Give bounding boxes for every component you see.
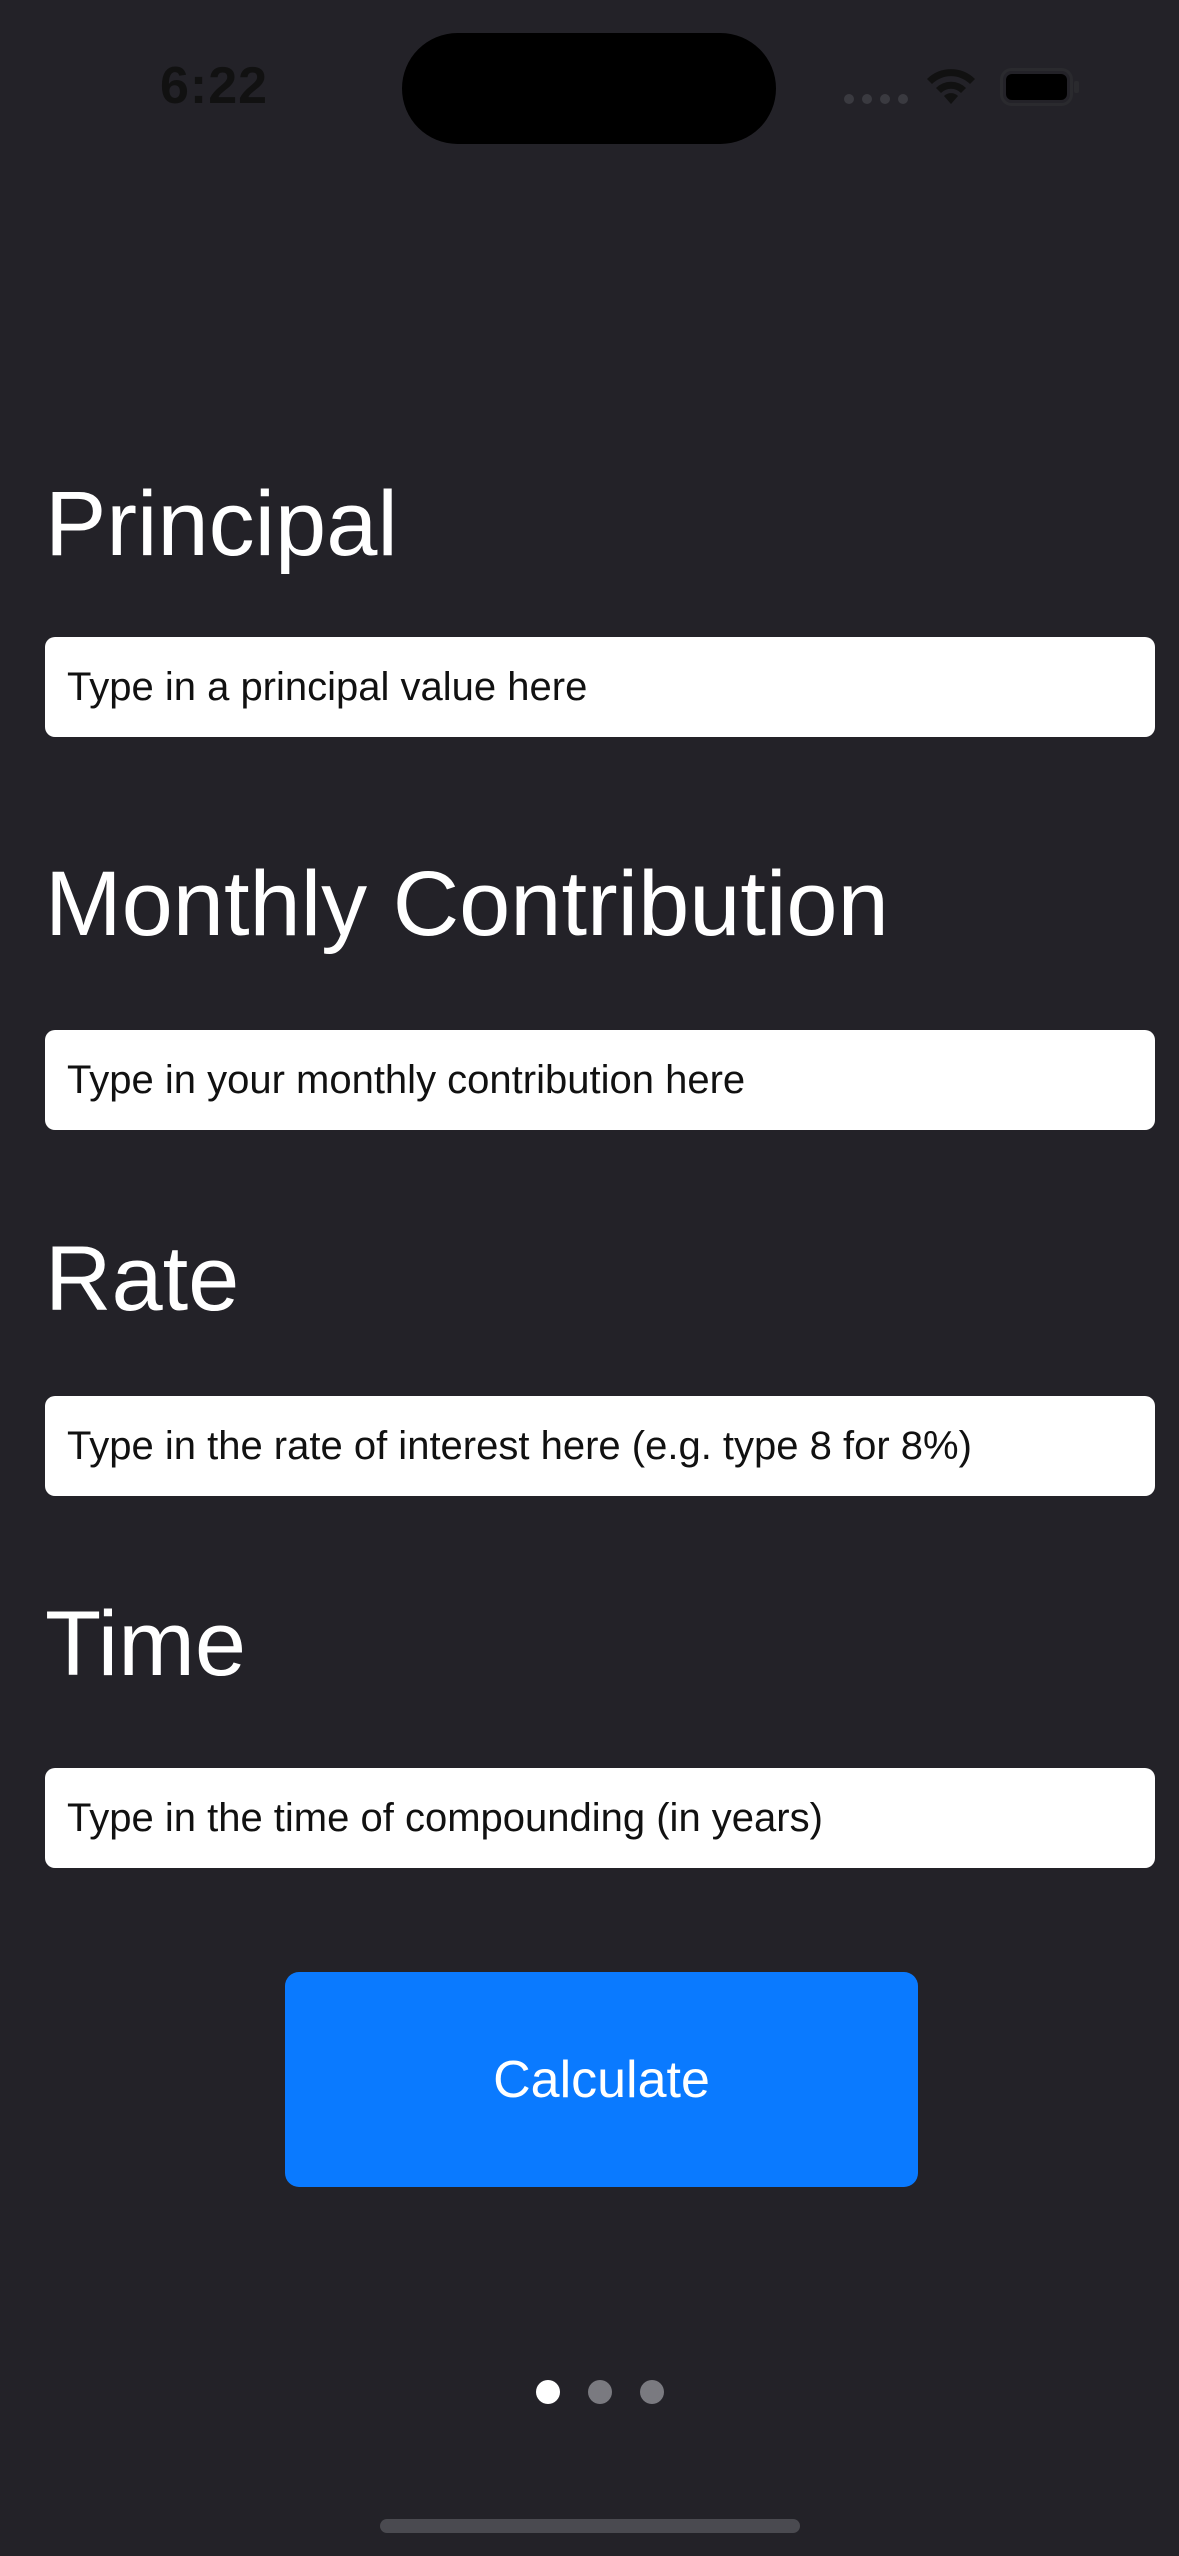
principal-label: Principal (45, 473, 398, 575)
monthly-contribution-input[interactable] (45, 1030, 1155, 1130)
dynamic-island (402, 33, 776, 144)
principal-input[interactable] (45, 637, 1155, 737)
rate-label: Rate (45, 1228, 240, 1330)
rate-input[interactable] (45, 1396, 1155, 1496)
wifi-icon (927, 69, 975, 104)
monthly-contribution-label: Monthly Contribution (45, 853, 889, 955)
page-dot-3[interactable] (640, 2380, 664, 2404)
time-label: Time (45, 1593, 247, 1695)
time-input[interactable] (45, 1768, 1155, 1868)
page-dot-1[interactable] (536, 2380, 560, 2404)
home-indicator[interactable] (380, 2519, 800, 2533)
signal-dots-icon (844, 94, 908, 104)
battery-icon (1000, 68, 1079, 106)
page-indicator[interactable] (536, 2380, 664, 2404)
calculate-button[interactable]: Calculate (285, 1972, 918, 2187)
status-time: 6:22 (160, 57, 269, 115)
page-dot-2[interactable] (588, 2380, 612, 2404)
